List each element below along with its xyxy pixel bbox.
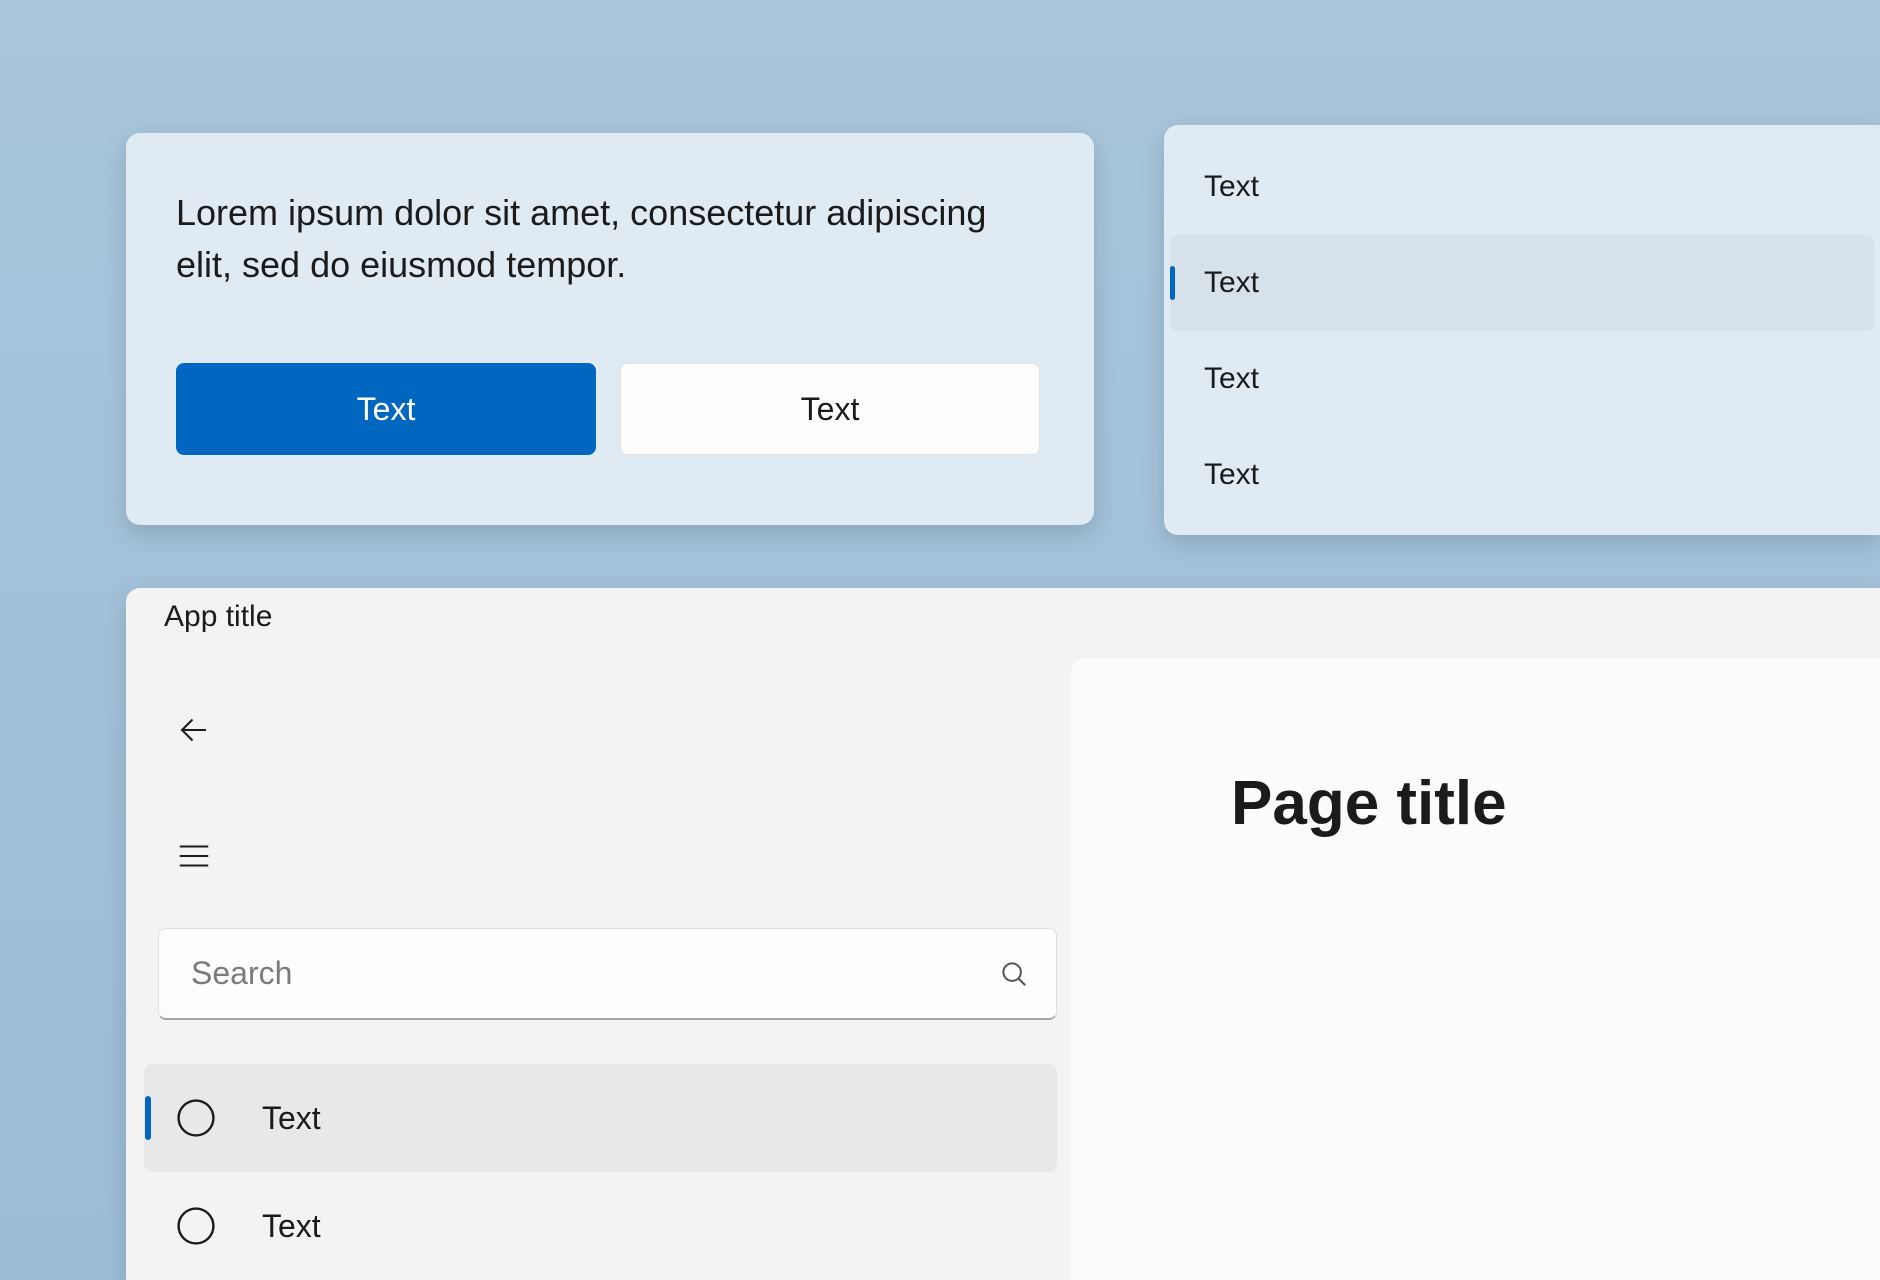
list-item[interactable]: Text [1164, 331, 1880, 427]
search-box[interactable] [158, 928, 1057, 1020]
app-body: Text Text Page title [126, 646, 1880, 1280]
nav-item-label: Text [262, 1100, 321, 1137]
list-item[interactable]: Text [1164, 427, 1880, 523]
nav-item-label: Text [262, 1208, 321, 1245]
page-title: Page title [1231, 768, 1880, 839]
hamburger-icon [175, 837, 213, 880]
back-button[interactable] [158, 696, 230, 768]
dialog-secondary-button[interactable]: Text [620, 363, 1040, 455]
nav-item[interactable]: Text [144, 1064, 1057, 1172]
list-item[interactable]: Text [1170, 235, 1874, 331]
selection-indicator [1170, 266, 1175, 300]
sidebar: Text Text [126, 646, 1071, 1280]
arrow-left-icon [176, 712, 212, 753]
list-item[interactable]: Text [1164, 139, 1880, 235]
hamburger-button[interactable] [158, 822, 230, 894]
list-item-label: Text [1204, 170, 1259, 204]
nav-items: Text Text [144, 1064, 1057, 1280]
app-titlebar: App title [126, 588, 1880, 646]
list-panel: Text Text Text Text [1164, 125, 1880, 535]
nav-item[interactable]: Text [144, 1172, 1057, 1280]
content-area: Page title [1071, 658, 1880, 1280]
dialog-body-text: Lorem ipsum dolor sit amet, consectetur … [176, 187, 1044, 291]
dialog-card: Lorem ipsum dolor sit amet, consectetur … [126, 133, 1094, 525]
list-item-label: Text [1204, 458, 1259, 492]
dialog-primary-button[interactable]: Text [176, 363, 596, 455]
search-input[interactable] [191, 955, 996, 992]
app-window: App title [126, 588, 1880, 1280]
list-item-label: Text [1204, 362, 1259, 396]
circle-icon [174, 1204, 218, 1248]
search-icon [996, 956, 1032, 992]
selection-indicator [145, 1096, 151, 1140]
list-item-label: Text [1204, 266, 1259, 300]
dialog-button-row: Text Text [176, 363, 1044, 455]
circle-icon [174, 1096, 218, 1140]
app-title: App title [164, 600, 272, 634]
